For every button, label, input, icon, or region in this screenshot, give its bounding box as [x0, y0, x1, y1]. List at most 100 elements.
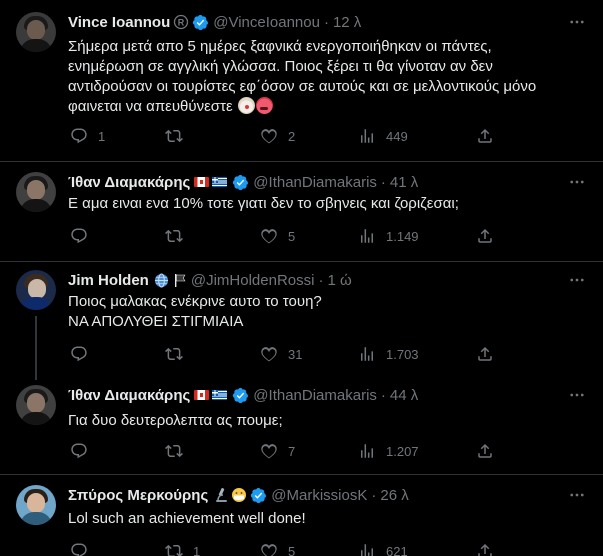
retweet-button[interactable]: [165, 226, 193, 246]
retweet-button[interactable]: [165, 344, 193, 364]
share-button[interactable]: [476, 441, 494, 461]
views-button[interactable]: 1.207: [358, 441, 419, 461]
reply-button[interactable]: [70, 226, 98, 246]
clown-face-emoji: [237, 97, 255, 114]
reply-icon: [71, 228, 87, 244]
more-options-icon[interactable]: [567, 385, 587, 405]
like-button[interactable]: 5: [260, 226, 295, 246]
tweet-text-line: Lol such an achievement well done!: [68, 510, 306, 527]
avatar[interactable]: [16, 172, 56, 212]
retweet-button[interactable]: [165, 441, 193, 461]
tweet-time[interactable]: 44 λ: [390, 387, 418, 404]
tweet-text: Ε αμα ειναι ενα 10% τοτε γιατι δεν το σβ…: [68, 194, 568, 214]
reply-icon: [71, 443, 87, 459]
view-count: 1.149: [386, 228, 419, 244]
greece-flag-icon: [212, 177, 228, 187]
views-button[interactable]: 621: [358, 541, 408, 556]
canada-flag-icon: [194, 177, 210, 187]
author-name[interactable]: Jim Holden: [68, 272, 149, 289]
more-options-icon[interactable]: [567, 270, 587, 290]
tweet-actions: 5 1.149: [60, 226, 500, 246]
tweet-actions: 1 2 449: [60, 126, 500, 146]
tweet[interactable]: Vince Ioannou R @VinceIoannou · 12 λ Σήμ…: [0, 0, 603, 162]
tweet-time[interactable]: 26 λ: [380, 487, 408, 504]
reply-button[interactable]: [70, 441, 98, 461]
retweet-button[interactable]: 1: [165, 541, 200, 556]
author-handle[interactable]: @JimHoldenRossi: [191, 272, 315, 289]
tweet[interactable]: Jim Holden @JimHoldenRossi · 1 ώ Ποιος μ…: [0, 262, 603, 380]
tweet[interactable]: Ίθαν Διαμακάρης @IthanDiamakaris · 41 λ …: [0, 162, 603, 262]
avatar[interactable]: [16, 485, 56, 525]
view-count: 621: [386, 543, 408, 556]
author-handle[interactable]: @IthanDiamakaris: [253, 174, 377, 191]
reply-icon: [71, 346, 87, 362]
views-icon: [361, 444, 373, 458]
view-count: 1.207: [386, 443, 419, 459]
author-name[interactable]: Ίθαν Διαμακάρης: [68, 387, 190, 404]
separator-dot: ·: [371, 486, 377, 504]
like-count: 2: [288, 128, 296, 144]
heart-icon: [261, 229, 277, 244]
author-handle[interactable]: @IthanDiamakaris: [253, 387, 377, 404]
views-icon: [361, 544, 373, 556]
reply-button[interactable]: 1: [70, 126, 105, 146]
tweet-actions: 31 1.703: [60, 344, 500, 364]
author-handle[interactable]: @VinceIoannou: [213, 14, 320, 31]
share-button[interactable]: [476, 344, 494, 364]
retweet-icon: [165, 444, 183, 458]
reply-button[interactable]: [70, 541, 98, 556]
like-count: 7: [288, 443, 296, 459]
share-button[interactable]: [476, 541, 494, 556]
tweet-time[interactable]: 1 ώ: [327, 272, 351, 289]
views-icon: [361, 229, 373, 243]
tweet-text-line: Ε αμα ειναι ενα 10% τοτε γιατι δεν το σβ…: [68, 195, 459, 212]
like-button[interactable]: 2: [260, 126, 295, 146]
tweet-actions: 7 1.207: [60, 441, 500, 461]
reply-button[interactable]: [70, 344, 98, 364]
more-options-icon[interactable]: [567, 172, 587, 192]
heart-icon: [261, 347, 277, 362]
views-button[interactable]: 449: [358, 126, 408, 146]
author-name[interactable]: Σπύρος Μερκούρης: [68, 487, 208, 504]
like-button[interactable]: 5: [260, 541, 295, 556]
separator-dot: ·: [380, 173, 386, 191]
views-icon: [361, 347, 373, 361]
tweet-text-line: ΝΑ ΑΠΟΛΥΘΕΙ ΣΤΙΓΜΙΑΙΑ: [68, 313, 244, 330]
tweet-time[interactable]: 12 λ: [333, 14, 361, 31]
avatar[interactable]: [16, 385, 56, 425]
tweet-header: Vince Ioannou R @VinceIoannou · 12 λ: [68, 12, 361, 32]
avatar[interactable]: [16, 12, 56, 52]
tweet-text-line: Σήμερα μετά απο 5 ημέρες ξαφνικά ενεργοπ…: [68, 38, 492, 55]
avatar[interactable]: [16, 270, 56, 310]
share-button[interactable]: [476, 226, 494, 246]
like-count: 5: [288, 228, 296, 244]
more-options-icon[interactable]: [567, 485, 587, 505]
tweet[interactable]: Ίθαν Διαμακάρης @IthanDiamakaris · 44 λ …: [0, 375, 603, 475]
author-name[interactable]: Vince Ioannou: [68, 14, 170, 31]
black-flag-icon: [174, 274, 186, 287]
like-button[interactable]: 31: [260, 344, 302, 364]
verified-icon: [250, 487, 267, 504]
heart-icon: [261, 129, 277, 144]
like-button[interactable]: 7: [260, 441, 295, 461]
svg-text:R: R: [178, 17, 185, 27]
views-button[interactable]: 1.703: [358, 344, 419, 364]
tweet-time[interactable]: 41 λ: [390, 174, 418, 191]
thread-connector-line: [35, 316, 37, 380]
author-name[interactable]: Ίθαν Διαμακάρης: [68, 174, 190, 191]
heart-icon: [261, 544, 277, 556]
microscope-icon: [213, 487, 229, 503]
share-button[interactable]: [476, 126, 494, 146]
tweet[interactable]: Σπύρος Μερκούρης @MarkissiosK · 26 λ Lol…: [0, 475, 603, 556]
canada-flag-icon: [194, 390, 210, 400]
tweet-text-line: Για δυο δευτερολεπτα ας πουμε;: [68, 412, 283, 429]
separator-dot: ·: [318, 271, 324, 289]
retweet-button[interactable]: [165, 126, 193, 146]
verified-icon: [232, 174, 249, 191]
more-options-icon[interactable]: [567, 12, 587, 32]
globe-icon: [154, 272, 169, 288]
views-button[interactable]: 1.149: [358, 226, 419, 246]
share-icon: [478, 228, 492, 243]
mask-face-icon: [231, 487, 247, 503]
author-handle[interactable]: @MarkissiosK: [271, 487, 367, 504]
